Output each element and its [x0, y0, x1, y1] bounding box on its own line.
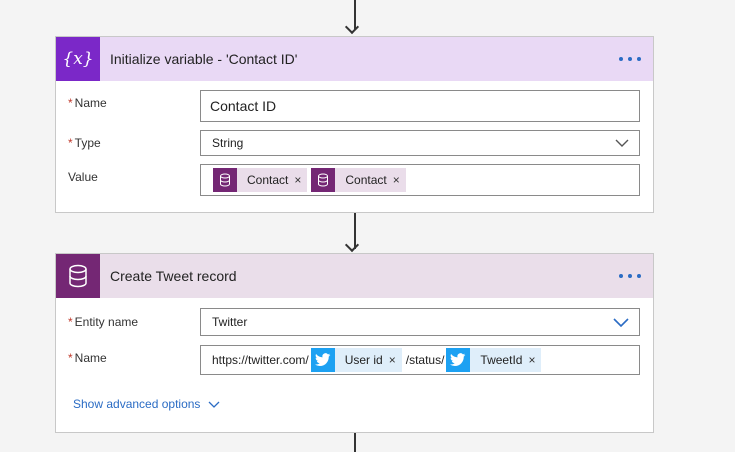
dynamic-content-token: Contact ×	[311, 168, 406, 192]
dynamic-content-token: Contact ×	[213, 168, 308, 192]
variable-icon: {x}	[56, 37, 100, 81]
ellipsis-icon[interactable]	[619, 49, 641, 69]
card-title: Create Tweet record	[110, 268, 237, 284]
dynamic-content-token: User id ×	[310, 348, 402, 372]
arrow-down-icon	[344, 19, 360, 35]
twitter-icon	[310, 348, 335, 372]
remove-token-icon[interactable]: ×	[389, 353, 402, 367]
connector-bottom	[354, 433, 356, 452]
create-tweet-record-card: Create Tweet record * Entity name Twitter…	[55, 253, 654, 433]
card-title: Initialize variable - 'Contact ID'	[110, 51, 298, 67]
chevron-down-icon	[615, 139, 629, 147]
initialize-variable-header[interactable]: {x} Initialize variable - 'Contact ID'	[56, 37, 653, 81]
remove-token-icon[interactable]: ×	[393, 173, 406, 187]
name-input[interactable]: Contact ID	[200, 90, 640, 122]
ellipsis-icon[interactable]	[619, 266, 641, 286]
token-label: User id	[344, 353, 383, 367]
name-label: * Name	[68, 351, 107, 365]
twitter-icon	[446, 348, 471, 372]
type-select[interactable]: String	[200, 130, 640, 156]
dynamic-content-token: TweetId ×	[446, 348, 542, 372]
required-marker: *	[68, 351, 73, 365]
show-advanced-options-link[interactable]: Show advanced options	[73, 397, 220, 411]
create-tweet-record-header[interactable]: Create Tweet record	[56, 254, 653, 298]
value-label: Value	[68, 170, 98, 184]
token-label: Contact	[345, 173, 387, 187]
token-label: TweetId	[480, 353, 523, 367]
chevron-down-icon	[208, 401, 220, 408]
entity-name-select[interactable]: Twitter	[200, 308, 640, 336]
initialize-variable-card: {x} Initialize variable - 'Contact ID' *…	[55, 36, 654, 213]
entity-name-label: * Entity name	[68, 315, 139, 329]
required-marker: *	[68, 136, 73, 150]
remove-token-icon[interactable]: ×	[528, 353, 541, 367]
required-marker: *	[68, 315, 73, 329]
dataverse-icon	[213, 168, 237, 192]
name-label: * Name	[68, 96, 107, 110]
chevron-down-icon	[613, 318, 629, 327]
name-input[interactable]: https://twitter.com/ User id × /status/ …	[200, 345, 640, 375]
dataverse-icon	[311, 168, 336, 192]
type-label: * Type	[68, 136, 101, 150]
value-input[interactable]: Contact × Contact ×	[200, 164, 640, 196]
dataverse-icon	[56, 254, 100, 298]
remove-token-icon[interactable]: ×	[294, 173, 307, 187]
arrow-down-icon	[344, 237, 360, 253]
name-middle-text: /status/	[405, 353, 445, 367]
required-marker: *	[68, 96, 73, 110]
token-label: Contact	[247, 173, 289, 187]
variable-icon-glyph: {x}	[62, 49, 94, 69]
